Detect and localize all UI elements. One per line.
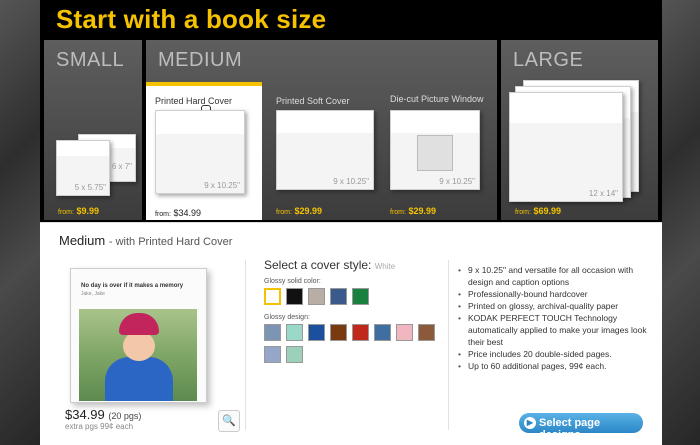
solid-color-swatch[interactable]: [286, 288, 303, 305]
photo-child-jacket: [105, 357, 173, 401]
price-soft-cover: from: $29.99: [276, 206, 322, 216]
book-dims-small-2: 6 x 7": [111, 162, 132, 171]
price-large: from: $69.99: [515, 206, 561, 216]
feature-item: Printed on glossy, archival-quality pape…: [458, 300, 648, 312]
preview-subcaption: Jake, Jake: [81, 291, 105, 297]
solid-color-label: Glossy solid color:: [264, 278, 321, 285]
magnifier-icon: 🔍: [222, 415, 236, 427]
book-dims-soft-cover: 9 x 10.25": [333, 177, 369, 186]
book-dims-die-cut: 9 x 10.25": [439, 177, 475, 186]
design-swatch[interactable]: [264, 346, 281, 363]
feature-item: Up to 60 additional pages, 99¢ each.: [458, 360, 648, 372]
feature-list: 9 x 10.25" and versatile for all occasio…: [458, 264, 648, 372]
book-size-selector: Start with a book size SMALL 6 x 7" 5 x …: [40, 0, 662, 445]
design-swatch[interactable]: [286, 324, 303, 341]
size-panel-small[interactable]: SMALL 6 x 7" 5 x 5.75" from: $9.99: [44, 40, 142, 220]
column-separator-2: [448, 260, 449, 430]
design-swatch[interactable]: [418, 324, 435, 341]
detail-extra-price: extra pgs 99¢ each: [65, 422, 134, 431]
book-image-die-cut: 9 x 10.25": [390, 110, 480, 190]
detail-title: Medium - with Printed Hard Cover: [59, 233, 233, 248]
price-die-cut: from: $29.99: [390, 206, 436, 216]
price-small: from: $9.99: [58, 206, 99, 216]
cover-style-heading: Select a cover style: White: [264, 258, 396, 272]
book-image-soft-cover: 9 x 10.25": [276, 110, 374, 190]
design-swatch[interactable]: [286, 346, 303, 363]
preview-caption: No day is over if it makes a memory: [81, 283, 184, 289]
feature-item: Professionally-bound hardcover: [458, 288, 648, 300]
design-swatch[interactable]: [396, 324, 413, 341]
page-header: Start with a book size: [40, 0, 662, 40]
preview-photo: [79, 309, 197, 401]
size-panel-medium: MEDIUM Printed Hard Cover 9 x 10.25" fro…: [146, 40, 497, 220]
price-hard-cover: from: $34.99: [155, 208, 201, 218]
design-swatch[interactable]: [264, 324, 281, 341]
page-title: Start with a book size: [56, 4, 327, 34]
select-page-designs-button[interactable]: ▶ Select page designs: [519, 413, 643, 441]
zoom-button[interactable]: 🔍: [218, 410, 240, 432]
section-divider: [40, 222, 662, 223]
option-printed-soft-cover[interactable]: Printed Soft Cover 9 x 10.25" from: $29.…: [270, 88, 378, 220]
option-printed-hard-cover[interactable]: Printed Hard Cover 9 x 10.25" from: $34.…: [146, 82, 262, 220]
option-title-soft-cover: Printed Soft Cover: [276, 96, 350, 106]
photo-child-face: [123, 331, 155, 361]
book-dims-large: 12 x 14": [588, 189, 618, 198]
arrow-right-icon: ▶: [524, 417, 536, 429]
size-title-large: LARGE: [513, 49, 584, 71]
solid-color-swatch[interactable]: [308, 288, 325, 305]
design-label: Glossy design:: [264, 314, 310, 321]
book-image-large: 12 x 14": [509, 92, 623, 202]
background-left: [0, 0, 40, 445]
solid-color-swatch[interactable]: [330, 288, 347, 305]
size-title-small: SMALL: [56, 49, 125, 71]
option-title-hard-cover: Printed Hard Cover: [155, 96, 233, 106]
size-strip: SMALL 6 x 7" 5 x 5.75" from: $9.99 MEDIU…: [40, 40, 662, 222]
cover-preview: No day is over if it makes a memory Jake…: [70, 268, 207, 403]
option-die-cut-picture-window[interactable]: Die-cut Picture Window 9 x 10.25" from: …: [384, 88, 492, 220]
design-swatch[interactable]: [352, 324, 369, 341]
column-separator-1: [245, 260, 246, 430]
background-right: [660, 0, 700, 445]
detail-price: $34.99 (20 pgs): [65, 407, 142, 422]
book-image-small: 5 x 5.75": [56, 140, 110, 196]
book-dims-hard-cover: 9 x 10.25": [204, 181, 240, 190]
option-title-die-cut: Die-cut Picture Window: [390, 94, 484, 104]
picture-window: [417, 135, 453, 171]
solid-color-swatch[interactable]: [264, 288, 281, 305]
solid-color-swatch[interactable]: [352, 288, 369, 305]
selected-cover-name: White: [374, 262, 396, 271]
size-panel-large[interactable]: LARGE 12 x 14" from: $69.99: [501, 40, 658, 220]
size-title-medium: MEDIUM: [158, 49, 243, 71]
design-swatch[interactable]: [330, 324, 347, 341]
design-swatch[interactable]: [308, 324, 325, 341]
book-image-hard-cover: 9 x 10.25": [155, 110, 245, 194]
feature-item: Price includes 20 double-sided pages.: [458, 348, 648, 360]
feature-item: KODAK PERFECT TOUCH Technology automatic…: [458, 312, 648, 348]
book-dims-small-1: 5 x 5.75": [74, 183, 106, 192]
photo-child-hat: [119, 313, 159, 335]
design-swatch[interactable]: [374, 324, 391, 341]
feature-item: 9 x 10.25" and versatile for all occasio…: [458, 264, 648, 288]
